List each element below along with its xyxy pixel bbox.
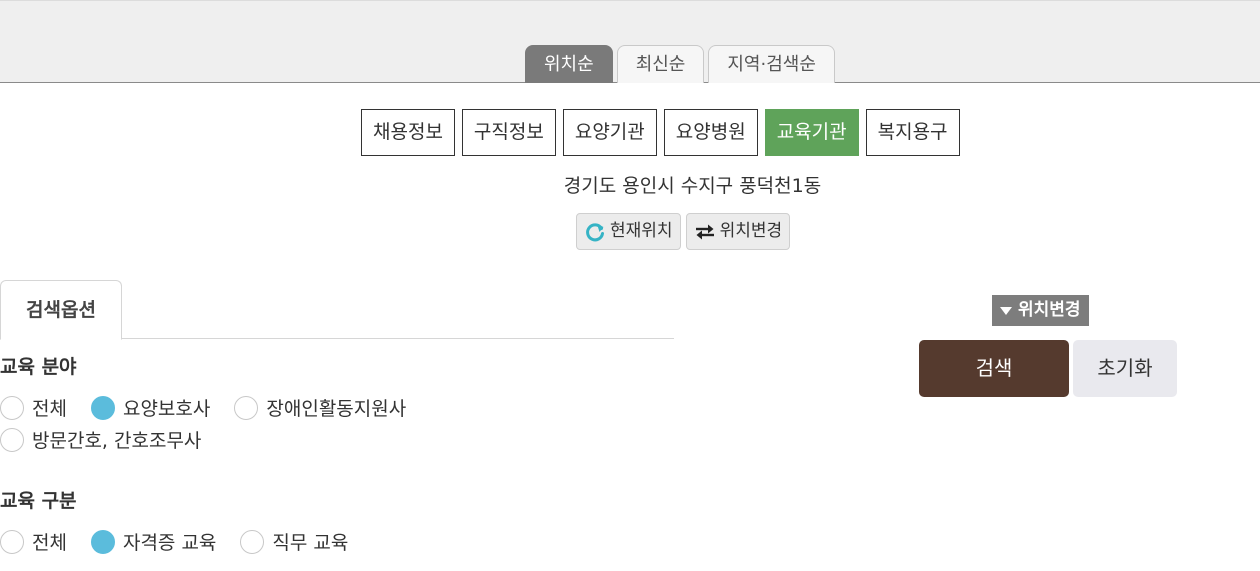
reset-button[interactable]: 초기화	[1073, 340, 1177, 397]
field-radio-row-2: 방문간호, 간호조무사	[0, 426, 225, 453]
option-label: 자격증 교육	[122, 532, 217, 554]
tab-sort-latest[interactable]: 최신순	[616, 45, 705, 83]
type-option-all[interactable]: 전체	[0, 528, 67, 555]
tab-sort-location[interactable]: 위치순	[525, 45, 613, 83]
field-option-all[interactable]: 전체	[0, 394, 67, 421]
category-jobs-button[interactable]: 채용정보	[361, 109, 455, 156]
refresh-icon	[584, 221, 606, 243]
tab-sort-region-search[interactable]: 지역·검색순	[708, 45, 835, 83]
current-location-button[interactable]: 현재위치	[576, 213, 681, 250]
radio-indicator	[234, 395, 259, 420]
type-option-job-training[interactable]: 직무 교육	[240, 528, 348, 555]
triangle-down-icon	[1000, 306, 1012, 315]
current-location-label: 현재위치	[610, 221, 673, 241]
option-label: 전체	[32, 532, 67, 554]
type-option-certificate[interactable]: 자격증 교육	[90, 528, 217, 555]
type-radio-row: 전체 자격증 교육 직무 교육	[0, 528, 372, 555]
change-location-label: 위치변경	[719, 221, 783, 241]
option-label: 요양보호사	[122, 398, 211, 420]
radio-indicator	[0, 395, 24, 420]
type-section-title: 교육 구분	[0, 490, 77, 512]
field-option-disability-support[interactable]: 장애인활동지원사	[234, 394, 406, 421]
tab-search-options[interactable]: 검색옵션	[0, 280, 122, 340]
field-radio-row-1: 전체 요양보호사 장애인활동지원사	[0, 394, 430, 421]
radio-indicator-checked	[90, 529, 115, 554]
category-care-hospitals-button[interactable]: 요양병원	[663, 109, 758, 156]
radio-indicator	[240, 529, 265, 554]
radio-indicator-checked	[90, 395, 115, 420]
swap-arrows-icon	[694, 222, 716, 242]
location-change-toggle[interactable]: 위치변경	[992, 295, 1089, 326]
category-care-facilities-button[interactable]: 요양기관	[562, 109, 657, 156]
field-option-home-nursing[interactable]: 방문간호, 간호조무사	[0, 426, 201, 453]
category-education-button[interactable]: 교육기관	[764, 109, 859, 156]
category-job-seekers-button[interactable]: 구직정보	[461, 109, 556, 156]
option-label: 직무 교육	[272, 532, 349, 554]
option-label: 방문간호, 간호조무사	[32, 430, 202, 452]
field-section-title: 교육 분야	[0, 356, 77, 378]
radio-indicator	[0, 529, 24, 554]
location-buttons: 현재위치 위치변경	[576, 213, 791, 250]
change-location-button[interactable]: 위치변경	[685, 213, 791, 250]
category-buttons: 채용정보 구직정보 요양기관 요양병원 교육기관 복지용구	[361, 109, 960, 156]
sort-tabs: 위치순 최신순 지역·검색순	[525, 45, 835, 83]
category-welfare-equipment-button[interactable]: 복지용구	[865, 109, 960, 156]
location-change-label: 위치변경	[1018, 300, 1081, 320]
field-option-caregiver[interactable]: 요양보호사	[90, 394, 211, 421]
radio-indicator	[0, 427, 24, 452]
search-button[interactable]: 검색	[919, 340, 1069, 397]
option-label: 장애인활동지원사	[266, 398, 407, 420]
option-label: 전체	[32, 398, 67, 420]
current-address: 경기도 용인시 수지구 풍덕천1동	[563, 175, 822, 197]
